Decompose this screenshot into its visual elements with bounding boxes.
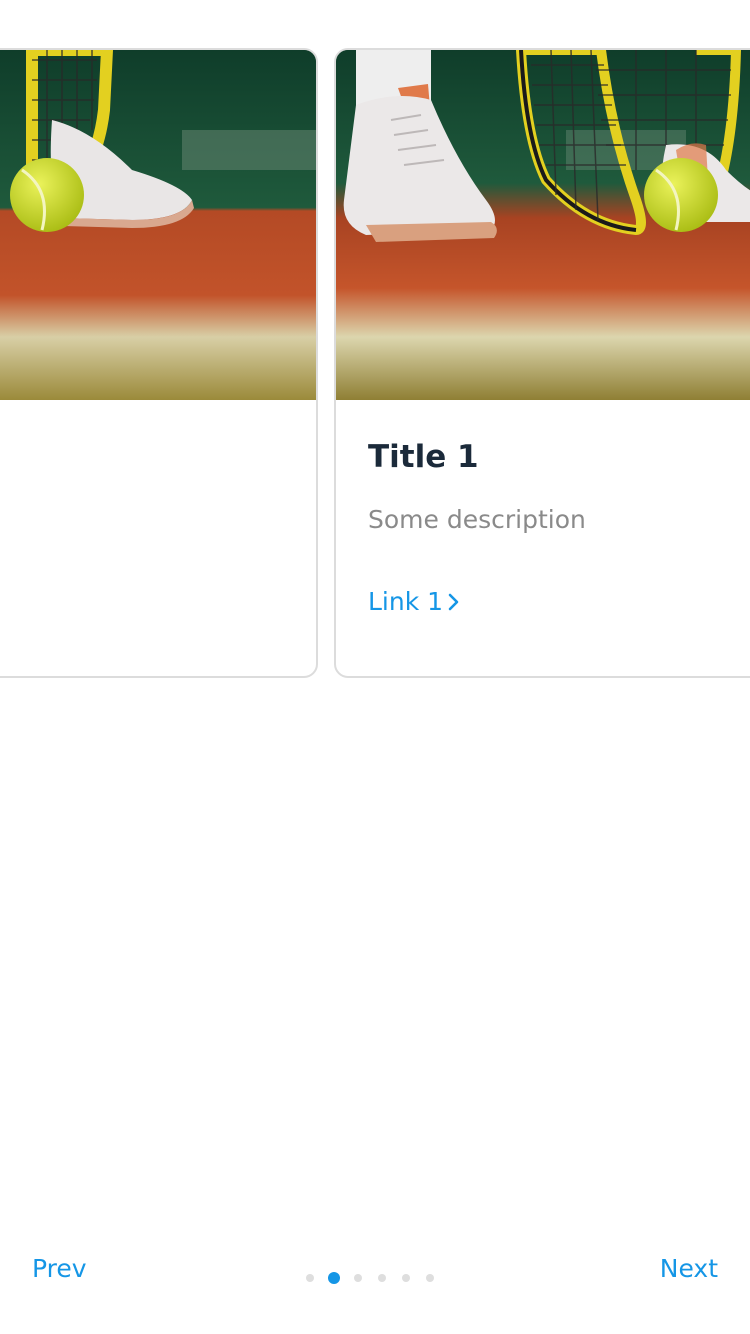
- pagination-dot[interactable]: [402, 1274, 410, 1282]
- carousel-track[interactable]: Title 1 Some description Link 1: [0, 48, 750, 680]
- card-image: [336, 50, 750, 400]
- carousel-controls: Prev Next: [0, 1240, 750, 1300]
- pagination-dot[interactable]: [354, 1274, 362, 1282]
- chevron-right-icon: [448, 593, 459, 611]
- card-body: Title 1 Some description Link 1: [336, 400, 750, 618]
- card-body: [0, 400, 316, 438]
- pagination-dot[interactable]: [306, 1274, 314, 1282]
- carousel-card-previous[interactable]: [0, 48, 318, 678]
- card-title: Title 1: [368, 439, 479, 475]
- card-link[interactable]: Link 1: [368, 586, 461, 618]
- card-image: [0, 50, 316, 400]
- carousel-screen: Title 1 Some description Link 1 Prev Nex…: [0, 0, 750, 1334]
- pagination-dot[interactable]: [426, 1274, 434, 1282]
- next-button[interactable]: Next: [660, 1254, 718, 1283]
- pagination-dot-active[interactable]: [328, 1272, 340, 1284]
- card-description: Some description: [368, 505, 586, 534]
- card-link-label: Link 1: [368, 587, 444, 616]
- prev-button[interactable]: Prev: [32, 1254, 87, 1283]
- pagination-dot[interactable]: [378, 1274, 386, 1282]
- pagination-dots: [306, 1272, 450, 1284]
- carousel-card-current[interactable]: Title 1 Some description Link 1: [334, 48, 750, 678]
